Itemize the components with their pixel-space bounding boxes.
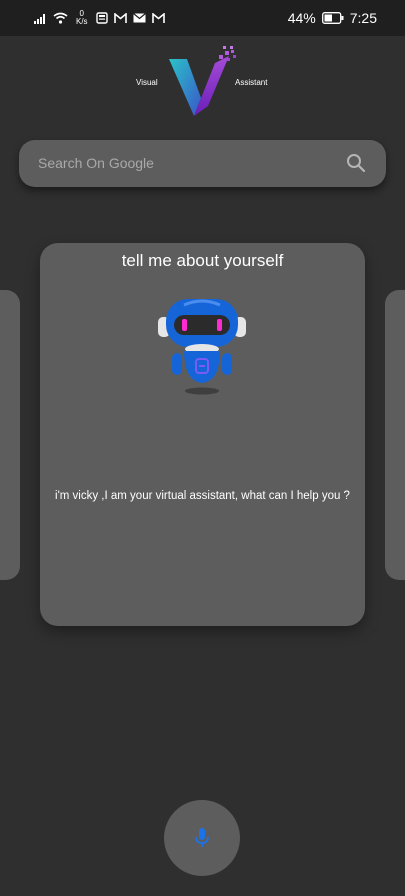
search-input[interactable]: Search On Google [38,155,154,171]
app-logo: Visual Assistant [0,46,405,118]
mic-button[interactable] [164,800,240,876]
mic-icon [195,828,209,847]
search-bar[interactable]: Search On Google [19,140,386,187]
status-icons-left: 0 K/s [34,10,165,26]
news-icon [95,12,108,24]
net-speed-unit: K/s [76,17,88,26]
search-icon[interactable] [346,153,366,173]
battery-percent: 44% [287,10,316,26]
logo-text-left: Visual [136,78,158,87]
gmail-icon [151,12,165,23]
signal-icon [34,13,45,24]
mail-icon [132,13,146,23]
status-bar: 0 K/s 44% 7:25 [0,0,405,36]
status-icons-right: 44% 7:25 [288,10,377,26]
clock: 7:25 [349,10,377,26]
robot-icon [158,299,246,395]
wifi-icon [53,12,68,24]
previous-card[interactable] [0,290,20,580]
net-speed: 0 K/s [76,10,88,26]
answer-text: i'm vicky ,I am your virtual assistant, … [55,490,350,502]
logo-text-right: Assistant [235,78,268,87]
conversation-card[interactable]: tell me about yourself i'm vicky ,I am y… [40,243,365,626]
gmail-icon [113,12,127,23]
question-text: tell me about yourself [121,251,284,270]
battery-icon [321,12,344,24]
next-card[interactable] [385,290,405,580]
v-logo-icon [169,46,236,116]
